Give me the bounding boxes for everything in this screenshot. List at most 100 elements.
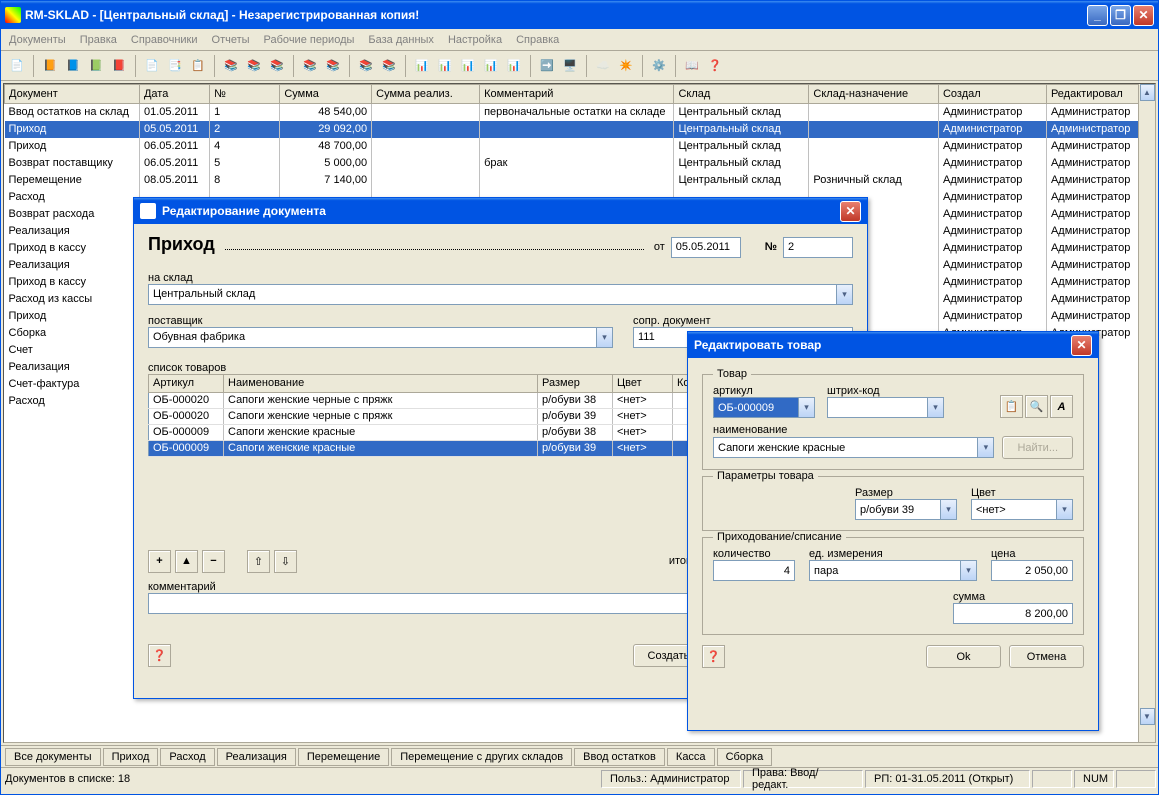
tb-ref4-icon[interactable]: 📚 (379, 56, 399, 76)
name-combo[interactable] (713, 437, 977, 458)
tb-rep3-icon[interactable]: 📊 (458, 56, 478, 76)
art-drop-icon[interactable] (798, 397, 815, 418)
tb-book1-icon[interactable]: 📚 (221, 56, 241, 76)
font-button[interactable]: A (1050, 395, 1073, 418)
tb-doc5-icon[interactable]: 📄 (142, 56, 162, 76)
tab-assembly[interactable]: Сборка (717, 748, 773, 766)
size-drop-icon[interactable] (940, 499, 957, 520)
tb-new-icon[interactable]: 📄 (7, 56, 27, 76)
tb-rep5-icon[interactable]: 📊 (504, 56, 524, 76)
tb-star-icon[interactable]: ✴️ (616, 56, 636, 76)
grid-header[interactable]: Комментарий (480, 85, 674, 104)
barcode-combo[interactable] (827, 397, 927, 418)
dlg1-titlebar[interactable]: Редактирование документа ✕ (134, 198, 867, 224)
to-store-drop-icon[interactable] (836, 284, 853, 305)
dlg1-close-button[interactable]: ✕ (840, 201, 861, 222)
menu-reports[interactable]: Отчеты (212, 34, 250, 46)
tab-stock[interactable]: Ввод остатков (574, 748, 665, 766)
main-titlebar[interactable]: RM-SKLAD - [Центральный склад] - Незарег… (1, 1, 1158, 29)
tb-book3-icon[interactable]: 📚 (267, 56, 287, 76)
qty-input[interactable] (713, 560, 795, 581)
tab-cash[interactable]: Касса (667, 748, 715, 766)
tb-ref1-icon[interactable]: 📚 (300, 56, 320, 76)
tab-all[interactable]: Все документы (5, 748, 101, 766)
ok-button[interactable]: Ok (926, 645, 1001, 668)
tb-rep2-icon[interactable]: 📊 (435, 56, 455, 76)
dlg1-date-input[interactable] (671, 237, 741, 258)
grid-header[interactable]: Склад-назначение (809, 85, 939, 104)
tb-ref2-icon[interactable]: 📚 (323, 56, 343, 76)
dlg1-help-button[interactable]: ❓ (148, 644, 171, 667)
edit-row-button[interactable]: ▲ (175, 550, 198, 573)
search-button[interactable]: 🔍 (1025, 395, 1048, 418)
prod-header[interactable]: Размер (538, 374, 613, 392)
dlg2-titlebar[interactable]: Редактировать товар ✕ (688, 332, 1098, 358)
dlg1-num-input[interactable] (783, 237, 853, 258)
tb-rep1-icon[interactable]: 📊 (412, 56, 432, 76)
menu-settings[interactable]: Настройка (448, 34, 502, 46)
tab-move[interactable]: Перемещение (298, 748, 389, 766)
menu-periods[interactable]: Рабочие периоды (264, 34, 355, 46)
to-store-combo[interactable] (148, 284, 836, 305)
close-button[interactable]: ✕ (1133, 5, 1154, 26)
grid-header[interactable]: Склад (674, 85, 809, 104)
color-combo[interactable] (971, 499, 1056, 520)
color-drop-icon[interactable] (1056, 499, 1073, 520)
cancel-button[interactable]: Отмена (1009, 645, 1084, 668)
tb-screen-icon[interactable]: 🖥️ (560, 56, 580, 76)
tb-doc3-icon[interactable]: 📗 (86, 56, 106, 76)
unit-combo[interactable] (809, 560, 960, 581)
table-row[interactable]: Приход06.05.2011448 700,00Центральный ск… (5, 138, 1155, 155)
name-drop-icon[interactable] (977, 437, 994, 458)
tb-book2-icon[interactable]: 📚 (244, 56, 264, 76)
maximize-button[interactable]: ❐ (1110, 5, 1131, 26)
tb-doc1-icon[interactable]: 📙 (40, 56, 60, 76)
grid-header[interactable]: Создал (938, 85, 1046, 104)
supplier-drop-icon[interactable] (596, 327, 613, 348)
prod-header[interactable]: Наименование (224, 374, 538, 392)
del-row-button[interactable]: − (202, 550, 225, 573)
dlg2-help-button[interactable]: ❓ (702, 645, 725, 668)
tb-doc7-icon[interactable]: 📋 (188, 56, 208, 76)
price-input[interactable] (991, 560, 1073, 581)
menu-documents[interactable]: Документы (9, 34, 66, 46)
tab-expense[interactable]: Расход (160, 748, 214, 766)
tb-doc6-icon[interactable]: 📑 (165, 56, 185, 76)
add-row-button[interactable]: + (148, 550, 171, 573)
menu-database[interactable]: База данных (368, 34, 434, 46)
copy-button[interactable]: 📋 (1000, 395, 1023, 418)
grid-header[interactable]: Сумма (280, 85, 372, 104)
grid-header[interactable]: Документ (5, 85, 140, 104)
grid-scrollbar[interactable]: ▲ ▼ (1138, 84, 1155, 742)
size-combo[interactable] (855, 499, 940, 520)
tb-rep4-icon[interactable]: 📊 (481, 56, 501, 76)
art-combo[interactable] (713, 397, 798, 418)
menu-help[interactable]: Справка (516, 34, 559, 46)
scroll-down-icon[interactable]: ▼ (1140, 708, 1155, 725)
tb-ref3-icon[interactable]: 📚 (356, 56, 376, 76)
tab-move-from[interactable]: Перемещение с других складов (391, 748, 572, 766)
sum-input[interactable] (953, 603, 1073, 624)
find-button[interactable]: Найти... (1002, 436, 1073, 459)
tb-gear-icon[interactable]: ⚙️ (649, 56, 669, 76)
tb-book-icon[interactable]: 📖 (682, 56, 702, 76)
grid-header[interactable]: Сумма реализ. (372, 85, 480, 104)
supplier-combo[interactable] (148, 327, 596, 348)
barcode-drop-icon[interactable] (927, 397, 944, 418)
grid-header[interactable]: Дата (139, 85, 209, 104)
grid-header[interactable]: № (210, 85, 280, 104)
dlg2-close-button[interactable]: ✕ (1071, 335, 1092, 356)
prod-header[interactable]: Артикул (149, 374, 224, 392)
prod-header[interactable]: Цвет (613, 374, 673, 392)
table-row[interactable]: Возврат поставщику06.05.201155 000,00бра… (5, 155, 1155, 172)
tb-cloud-icon[interactable]: ☁️ (593, 56, 613, 76)
menu-edit[interactable]: Правка (80, 34, 117, 46)
tb-doc2-icon[interactable]: 📘 (63, 56, 83, 76)
tb-doc4-icon[interactable]: 📕 (109, 56, 129, 76)
scroll-up-icon[interactable]: ▲ (1140, 84, 1155, 101)
menu-refs[interactable]: Справочники (131, 34, 198, 46)
table-row[interactable]: Перемещение08.05.201187 140,00Центральны… (5, 172, 1155, 189)
tb-help-icon[interactable]: ❓ (705, 56, 725, 76)
table-row[interactable]: Ввод остатков на склад01.05.2011148 540,… (5, 104, 1155, 121)
table-row[interactable]: Приход05.05.2011229 092,00Центральный ск… (5, 121, 1155, 138)
